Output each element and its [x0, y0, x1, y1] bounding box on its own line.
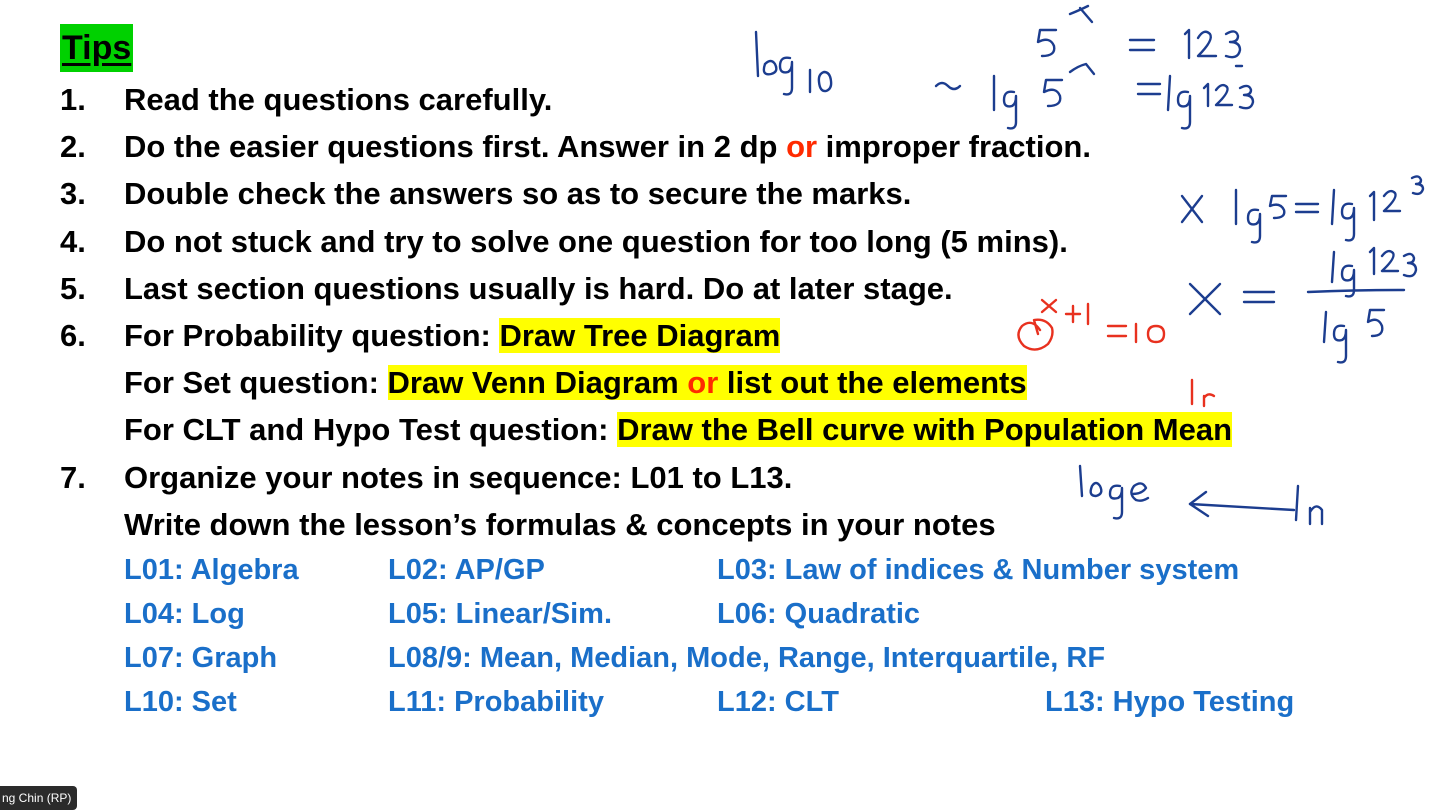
- tip-highlight-end: list out the elements: [718, 365, 1027, 400]
- tip-number: 1.: [60, 82, 86, 117]
- tip-5: 5. Last section questions usually is hard…: [60, 269, 953, 309]
- tip-text: Last section questions usually is hard. …: [124, 271, 953, 306]
- lesson-l12: L12: CLT: [717, 686, 839, 718]
- lesson-l06: L06: Quadratic: [717, 598, 921, 630]
- tip-3: 3. Double check the answers so as to secu…: [60, 174, 911, 214]
- tip-text: Do the easier questions first. Answer in…: [124, 129, 787, 164]
- tip-number: 3.: [60, 176, 86, 211]
- tip-text: For CLT and Hypo Test question:: [124, 412, 618, 447]
- tip-2: 2. Do the easier questions first. Answer …: [60, 127, 1091, 167]
- tip-text: Do not stuck and try to solve one questi…: [124, 224, 1068, 259]
- tip-number: 7.: [60, 460, 86, 495]
- lesson-l13: L13: Hypo Testing: [1045, 686, 1295, 718]
- tip-highlight: Draw Tree Diagram: [499, 318, 781, 353]
- tip-highlight: Draw the Bell curve with Population Mean: [617, 412, 1233, 447]
- tip-7: 7. Organize your notes in sequence: L01 t…: [60, 458, 792, 498]
- lesson-l05: L05: Linear/Sim.: [388, 598, 613, 630]
- tip-text: For Set question:: [124, 365, 388, 400]
- tip-text: Double check the answers so as to secure…: [124, 176, 912, 211]
- participant-name-tag: ng Chin (RP): [0, 786, 78, 810]
- lesson-l11: L11: Probability: [388, 686, 604, 718]
- lesson-l08-9: L08/9: Mean, Median, Mode, Range, Interq…: [388, 642, 1106, 674]
- tip-highlight: Draw Venn Diagram: [387, 365, 688, 400]
- tip-text-end: improper fraction.: [817, 129, 1091, 164]
- lesson-l01: L01: Algebra: [124, 554, 299, 586]
- tip-number: 5.: [60, 271, 86, 306]
- lesson-l02: L02: AP/GP: [388, 554, 545, 586]
- lesson-l10: L10: Set: [124, 686, 237, 718]
- tip-text: For Probability question:: [124, 318, 500, 353]
- tip-number: 2.: [60, 129, 86, 164]
- tip-1: 1. Read the questions carefully.: [60, 80, 552, 120]
- tip-6: 6. For Probability question: Draw Tree Di…: [60, 316, 781, 356]
- tip-7-notes-line: Write down the lesson’s formulas & conce…: [124, 507, 996, 542]
- lesson-l04: L04: Log: [124, 598, 245, 630]
- tip-text: Organize your notes in sequence: L01 to …: [124, 460, 793, 495]
- slide-title: Tips: [60, 24, 134, 72]
- tip-6-clt-line: For CLT and Hypo Test question: Draw the…: [124, 410, 1233, 450]
- slide: Tips 1. Read the questions carefully. 2. D…: [0, 0, 1452, 811]
- tip-emphasis: or: [786, 129, 818, 164]
- tip-text: Read the questions carefully.: [124, 82, 553, 117]
- tip-4: 4. Do not stuck and try to solve one ques…: [60, 222, 1068, 262]
- lesson-l03: L03: Law of indices & Number system: [717, 554, 1240, 586]
- tip-number: 4.: [60, 224, 86, 259]
- lesson-l07: L07: Graph: [124, 642, 278, 674]
- tip-6-set-line: For Set question: Draw Venn Diagram or l…: [124, 363, 1027, 403]
- tip-emphasis: or: [687, 365, 719, 400]
- tip-number: 6.: [60, 318, 86, 353]
